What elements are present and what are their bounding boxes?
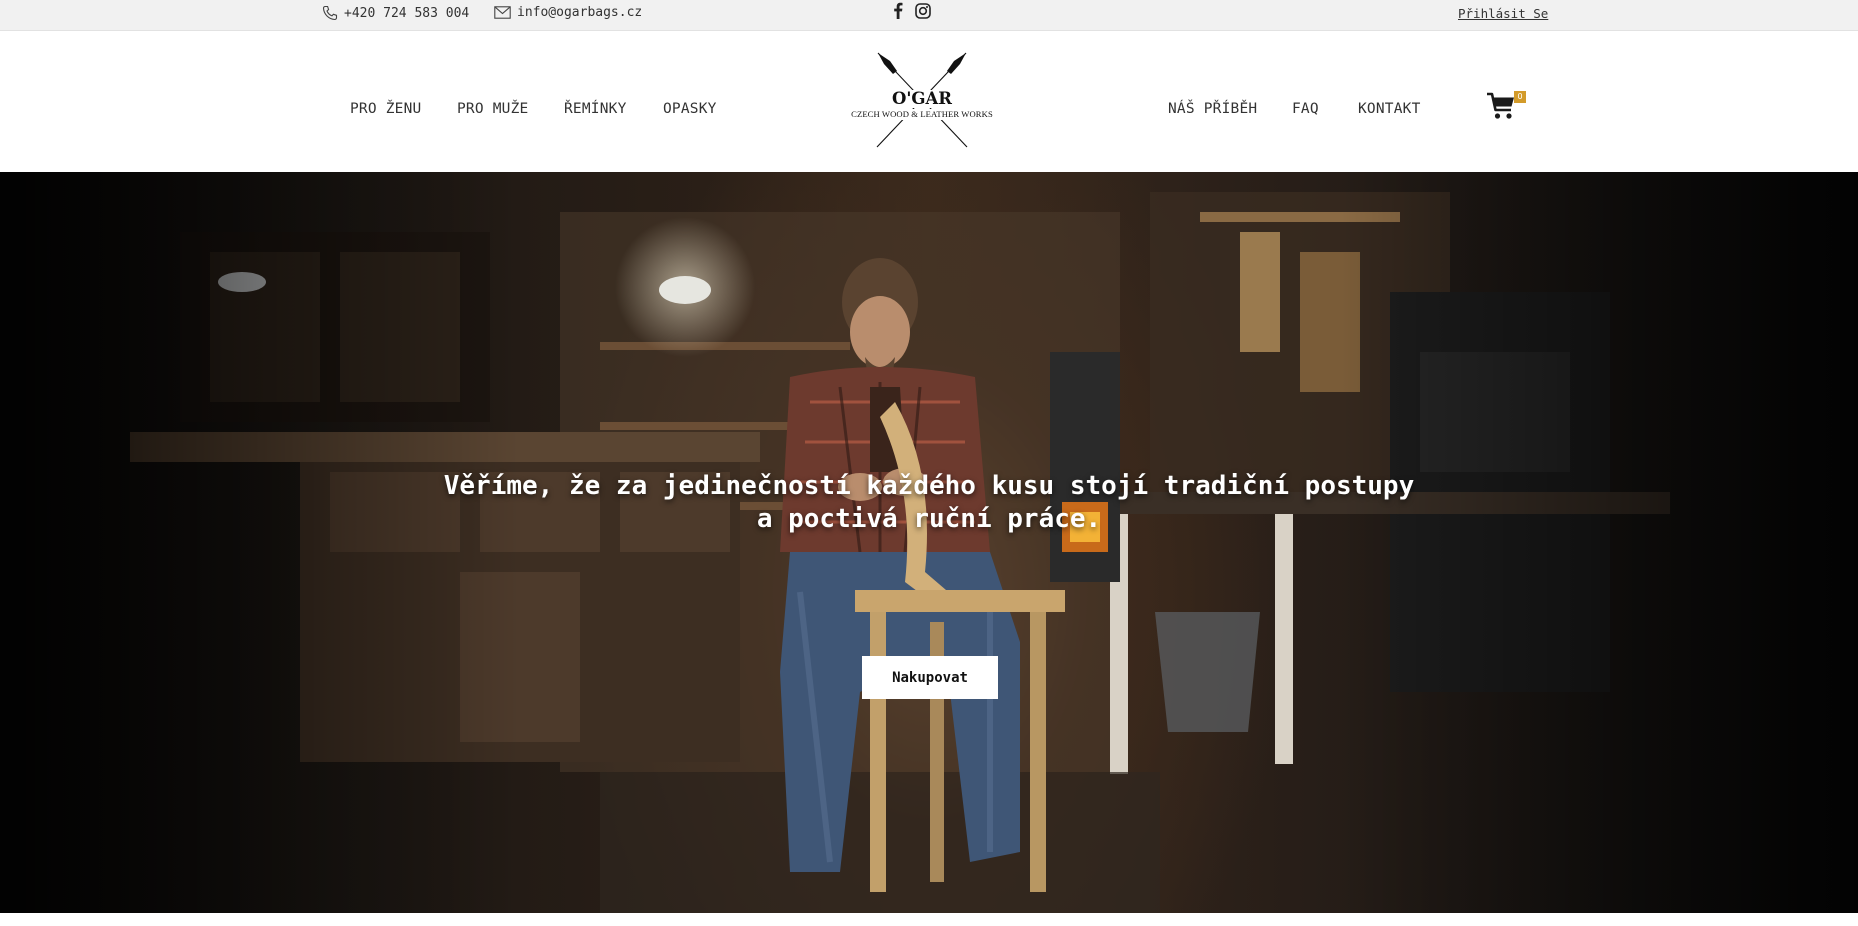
nav-item-pro-zenu[interactable]: PRO ŽENU [350,101,421,117]
next-section-edge [0,913,1858,926]
email-contact[interactable]: info@ogarbags.cz [494,5,642,20]
site-header: PRO ŽENU PRO MUŽE ŘEMÍNKY OPASKY O'GAR C… [0,31,1858,172]
cart-icon [1487,92,1514,119]
logo-tagline: CZECH WOOD & LEATHER WORKS [846,109,998,120]
hero-heading-line-2: a poctivá ruční práce. [756,504,1102,534]
top-bar: +420 724 583 004 info@ogarbags.cz Přihlá… [0,0,1858,31]
cart-button[interactable]: 0 [1486,91,1526,121]
facebook-icon[interactable] [893,2,903,23]
instagram-icon[interactable] [915,2,931,23]
envelope-icon [494,6,511,19]
nav-item-nas-pribeh[interactable]: NÁŠ PŘÍBĚH [1168,101,1257,117]
hero-heading: Věříme, že za jedinečností každého kusu … [329,470,1529,536]
nav-item-reminky[interactable]: ŘEMÍNKY [564,101,627,117]
cart-count-badge: 0 [1514,91,1526,103]
phone-contact[interactable]: +420 724 583 004 [322,5,469,21]
logo-name: O'GAR [846,90,998,108]
phone-icon [322,5,338,21]
hero-banner: Věříme, že za jedinečností každého kusu … [0,172,1858,913]
social-links [893,2,931,23]
email-address: info@ogarbags.cz [517,5,643,20]
workshop-photo [0,172,1858,913]
phone-number: +420 724 583 004 [344,5,470,21]
hero-heading-line-1: Věříme, že za jedinečností každého kusu … [443,471,1415,501]
login-link[interactable]: Přihlásit Se [1458,6,1548,21]
nav-item-opasky[interactable]: OPASKY [663,101,717,117]
site-logo[interactable]: O'GAR CZECH WOOD & LEATHER WORKS [846,51,998,151]
nav-item-kontakt[interactable]: KONTAKT [1358,101,1421,117]
nav-item-faq[interactable]: FAQ [1292,101,1319,117]
nav-item-pro-muze[interactable]: PRO MUŽE [457,101,528,117]
shop-now-button[interactable]: Nakupovat [862,656,998,699]
